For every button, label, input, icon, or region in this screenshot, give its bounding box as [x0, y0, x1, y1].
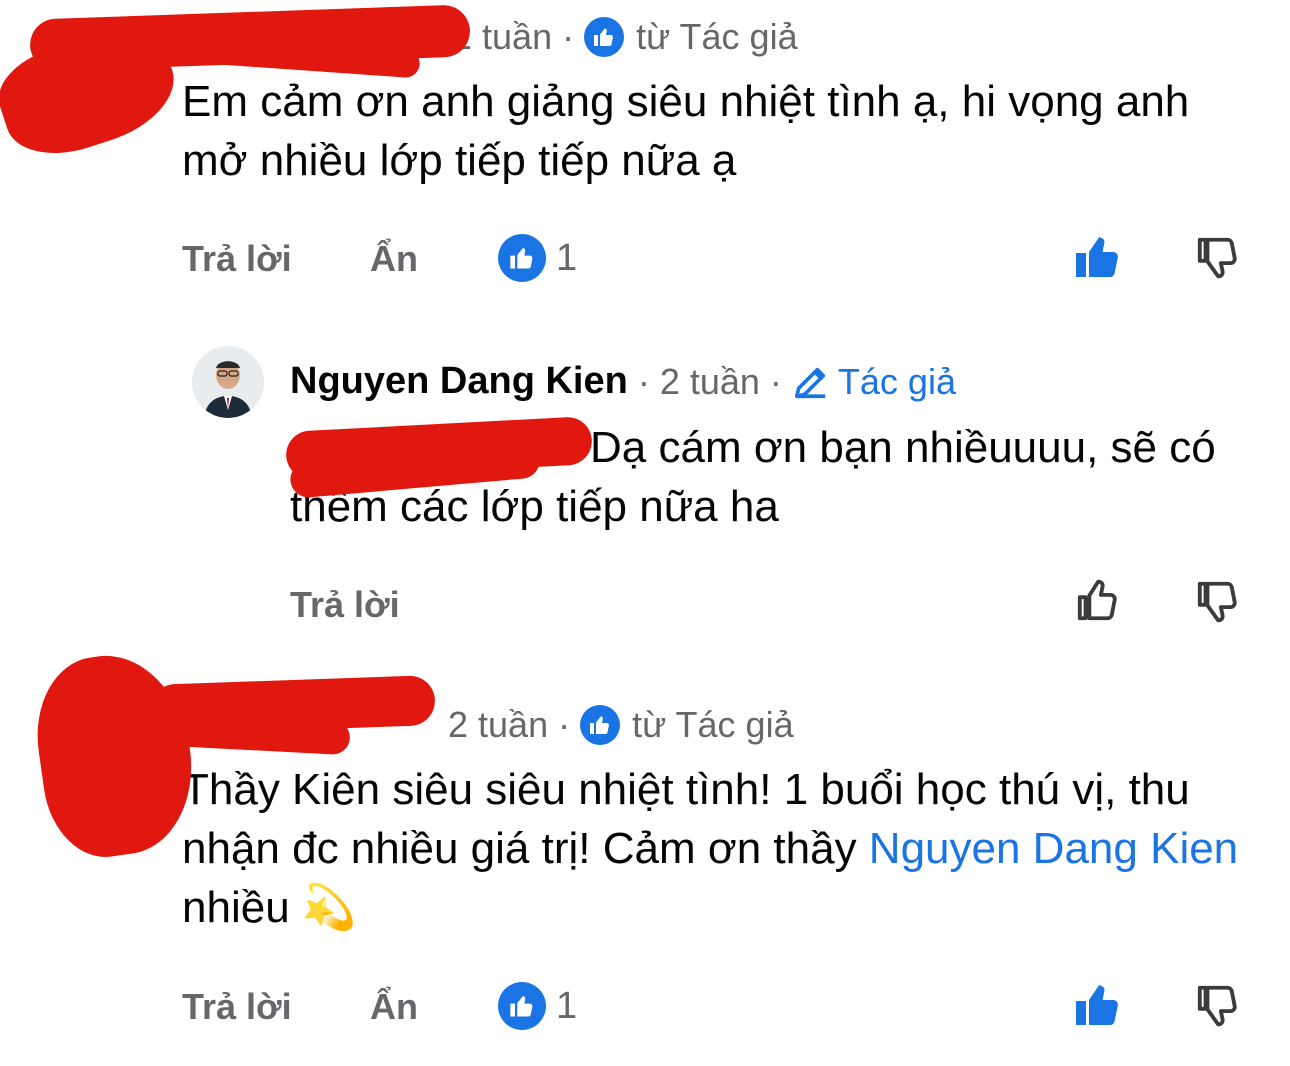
reaction-count[interactable]: 1 [498, 234, 577, 282]
comment-time: 2 tuần [659, 360, 760, 402]
reply-button[interactable]: Trả lời [182, 986, 292, 1028]
avatar[interactable] [192, 346, 264, 418]
comment-text: Thầy Kiên siêu siêu nhiệt tình! 1 buổi h… [182, 760, 1272, 937]
comment-1-meta: 2 tuần · từ Tác giả [452, 16, 798, 57]
comment-2-meta: Nguyen Dang Kien · 2 tuần · Tác giả [290, 360, 956, 403]
like-count: 1 [556, 984, 578, 1027]
thumbs-down-icon[interactable] [1193, 576, 1243, 626]
dizzy-emoji: 💫 [301, 883, 357, 932]
like-badge-icon [498, 234, 546, 282]
like-badge-icon [498, 982, 546, 1030]
author-badge-text: từ Tác giả [636, 16, 798, 57]
like-badge-icon [580, 705, 621, 745]
comment-text-part: nhiều [182, 883, 302, 932]
thumbs-up-icon[interactable] [1073, 980, 1123, 1030]
like-badge-icon [584, 17, 625, 57]
thumbs-up-icon[interactable] [1073, 576, 1123, 626]
author-badge-text: từ Tác giả [632, 704, 794, 745]
comment-3-meta: 2 tuần · từ Tác giả [448, 704, 794, 745]
thumbs-up-icon[interactable] [1073, 232, 1123, 282]
mention-link[interactable]: Nguyen Dang Kien [869, 824, 1238, 873]
reply-button[interactable]: Trả lời [182, 238, 292, 280]
pencil-icon [792, 363, 830, 401]
reply-button[interactable]: Trả lời [290, 584, 400, 626]
author-badge-text: Tác giả [837, 360, 956, 402]
hide-button[interactable]: Ẩn [370, 238, 418, 280]
comment-text: Em cảm ơn anh giảng siêu nhiệt tình ạ, h… [182, 77, 1190, 185]
reaction-count[interactable]: 1 [498, 982, 577, 1030]
like-count: 1 [556, 236, 578, 279]
author-name[interactable]: Nguyen Dang Kien [290, 360, 628, 403]
comment-time: 2 tuần [448, 704, 549, 745]
thumbs-down-icon[interactable] [1193, 232, 1243, 282]
hide-button[interactable]: Ẩn [370, 986, 418, 1028]
thumbs-down-icon[interactable] [1193, 980, 1243, 1030]
